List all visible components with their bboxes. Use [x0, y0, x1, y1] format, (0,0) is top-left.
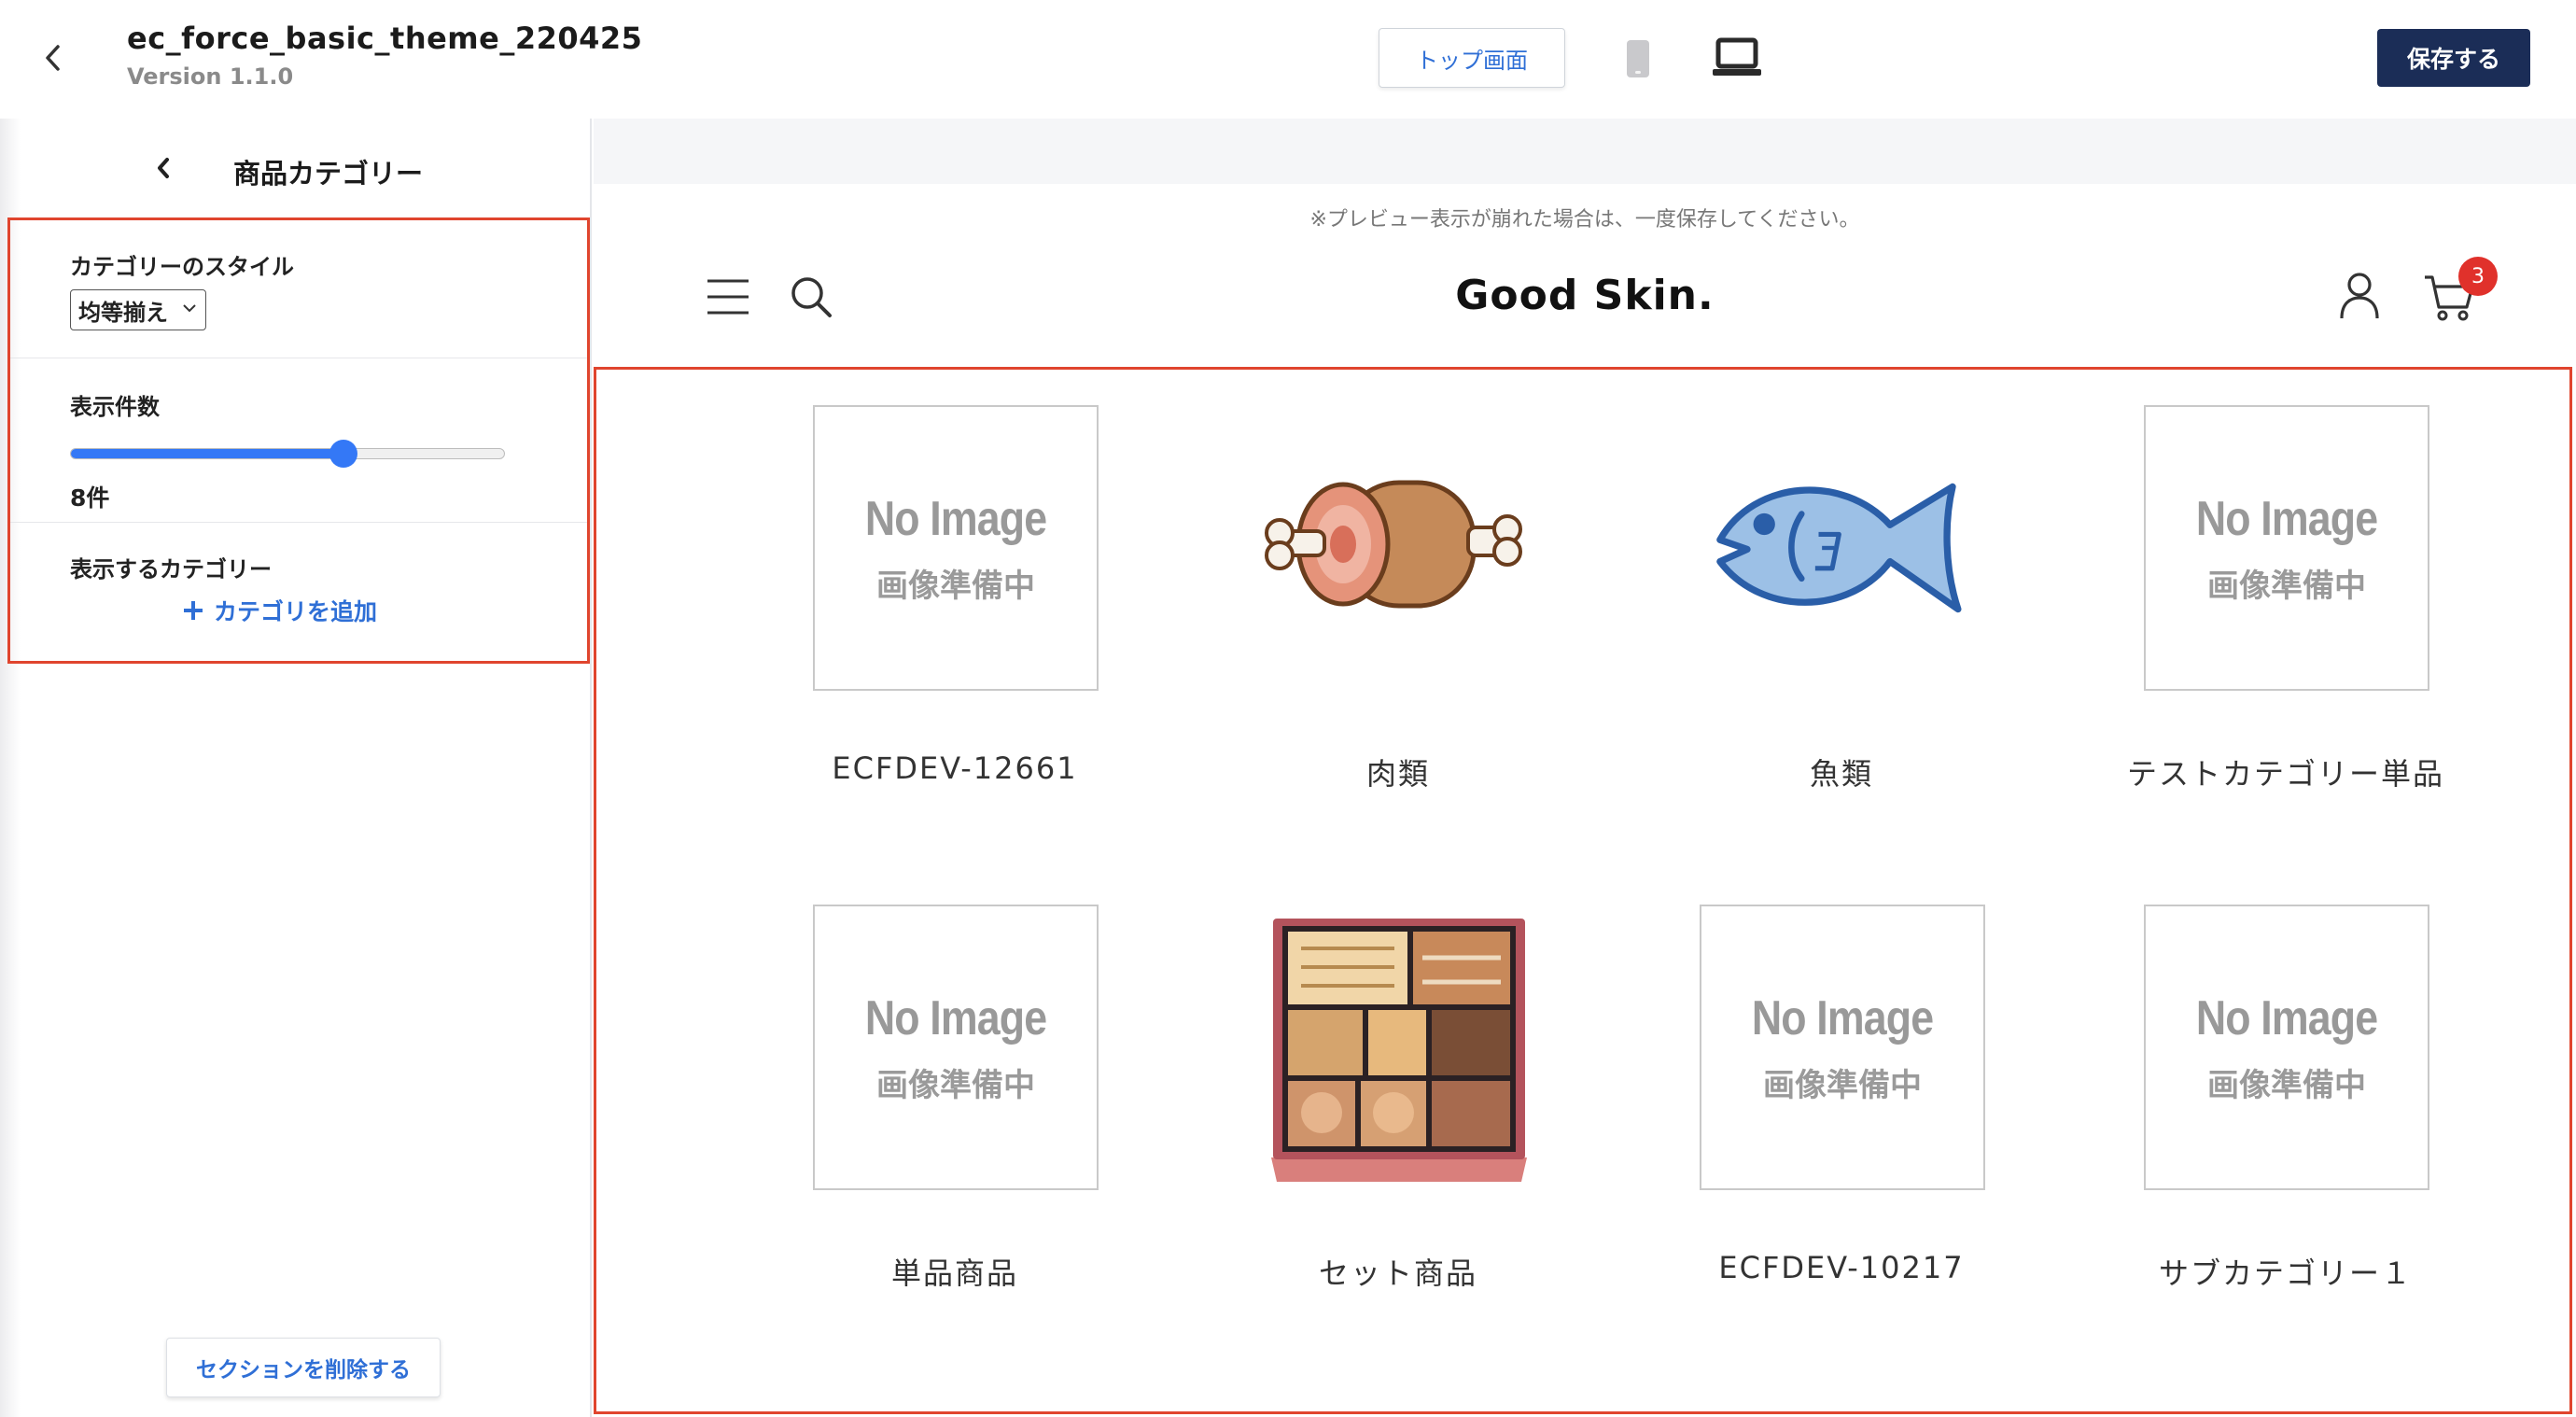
no-image-text: No Image — [864, 990, 1047, 1045]
add-category-label: カテゴリを追加 — [214, 598, 378, 625]
style-select[interactable]: 均等揃え — [70, 289, 206, 330]
add-category-button[interactable]: カテゴリを追加 — [182, 594, 377, 627]
top-page-button[interactable]: トップ画面 — [1379, 28, 1565, 88]
theme-name: ec_force_basic_theme_220425 — [127, 21, 643, 56]
no-image-text: No Image — [864, 491, 1047, 546]
theme-editor: ec_force_basic_theme_220425 Version 1.1.… — [0, 0, 2576, 1417]
fish-icon — [1716, 483, 1962, 613]
save-button[interactable]: 保存する — [2377, 29, 2530, 87]
no-image-text: No Image — [2195, 491, 2378, 546]
chevron-down-icon — [183, 304, 196, 313]
category-name: ECFDEV-12661 — [832, 751, 1078, 786]
category-name: 魚類 — [1809, 756, 1873, 792]
category-name: サブカテゴリー１ — [2158, 1256, 2413, 1291]
category-item[interactable]: 魚類 — [1645, 370, 2037, 818]
category-item[interactable]: セット商品 — [1202, 869, 1594, 1317]
chevron-left-icon — [158, 158, 169, 178]
slider-fill — [71, 449, 344, 458]
no-image-placeholder: No Image 画像準備中 — [2144, 405, 2429, 691]
preview-notice: ※プレビュー表示が崩れた場合は、一度保存してください。 — [1309, 208, 1860, 231]
category-name: 肉類 — [1365, 756, 1430, 792]
preview-top-strip — [594, 119, 2576, 184]
delete-section-button[interactable]: セクションを削除する — [166, 1338, 441, 1397]
category-item[interactable]: No Image 画像準備中 サブカテゴリー１ — [2090, 869, 2482, 1317]
store-logo: Good Skin. — [1455, 272, 1715, 319]
display-category-label: 表示するカテゴリー — [70, 556, 272, 582]
settings-panel: カテゴリーのスタイル 均等揃え 表示件数 8件 表示するカテゴリー カテゴリを追… — [7, 217, 590, 664]
top-bar: ec_force_basic_theme_220425 Version 1.1.… — [0, 0, 2576, 119]
set-product-image — [1256, 905, 1542, 1190]
fish-image — [1700, 405, 1985, 691]
category-item[interactable]: No Image 画像準備中 単品商品 — [759, 869, 1151, 1317]
preview-pane: ※プレビュー表示が崩れた場合は、一度保存してください。 Good Skin. 3… — [594, 119, 2576, 1417]
display-category-setting: 表示するカテゴリー カテゴリを追加 — [10, 523, 587, 661]
category-name: 単品商品 — [890, 1256, 1018, 1291]
style-setting: カテゴリーのスタイル 均等揃え — [10, 220, 587, 358]
theme-version: Version 1.1.0 — [127, 63, 294, 90]
no-image-subtext: 画像準備中 — [876, 1066, 1035, 1104]
meat-icon — [1265, 480, 1522, 609]
account-icon[interactable] — [2339, 272, 2380, 320]
category-section: No Image 画像準備中 ECFDEV-12661 肉類 魚類 No Ima… — [594, 367, 2572, 1414]
category-name: テストカテゴリー単品 — [2126, 756, 2444, 792]
style-select-value: 均等揃え — [78, 299, 168, 326]
no-image-subtext: 画像準備中 — [2207, 567, 2366, 605]
chevron-left-icon — [46, 45, 60, 71]
style-label: カテゴリーのスタイル — [70, 254, 294, 280]
category-item[interactable]: No Image 画像準備中 ECFDEV-10217 — [1645, 869, 2037, 1317]
no-image-placeholder: No Image 画像準備中 — [813, 405, 1099, 691]
plus-icon — [184, 601, 203, 620]
back-button[interactable] — [34, 37, 71, 78]
slider-thumb[interactable] — [329, 440, 358, 468]
count-setting: 表示件数 8件 — [10, 358, 587, 523]
bento-box-icon — [1271, 919, 1527, 1182]
count-value: 8件 — [70, 484, 110, 512]
count-slider[interactable] — [70, 440, 505, 468]
settings-sidebar: 商品カテゴリー カテゴリーのスタイル 均等揃え 表示件数 8件 表示するカテゴリ… — [0, 119, 592, 1417]
no-image-subtext: 画像準備中 — [1763, 1066, 1922, 1104]
cart-badge: 3 — [2458, 257, 2498, 296]
count-label: 表示件数 — [70, 394, 160, 420]
category-name: ECFDEV-10217 — [1718, 1250, 1965, 1285]
no-image-text: No Image — [1751, 990, 1934, 1045]
no-image-placeholder: No Image 画像準備中 — [1700, 905, 1985, 1190]
category-item[interactable]: No Image 画像準備中 テストカテゴリー単品 — [2090, 370, 2482, 818]
category-name: セット商品 — [1318, 1256, 1477, 1291]
sidebar-back-button[interactable] — [147, 150, 179, 186]
no-image-placeholder: No Image 画像準備中 — [2144, 905, 2429, 1190]
category-item[interactable]: No Image 画像準備中 ECFDEV-12661 — [759, 370, 1151, 818]
sidebar-title: 商品カテゴリー — [233, 158, 424, 189]
no-image-text: No Image — [2195, 990, 2378, 1045]
desktop-view-icon[interactable] — [1712, 37, 1762, 78]
category-item[interactable]: 肉類 — [1202, 370, 1594, 818]
no-image-subtext: 画像準備中 — [2207, 1066, 2366, 1104]
no-image-subtext: 画像準備中 — [876, 567, 1035, 605]
no-image-placeholder: No Image 画像準備中 — [813, 905, 1099, 1190]
mobile-view-icon[interactable] — [1626, 39, 1650, 78]
meat-image — [1256, 405, 1542, 691]
